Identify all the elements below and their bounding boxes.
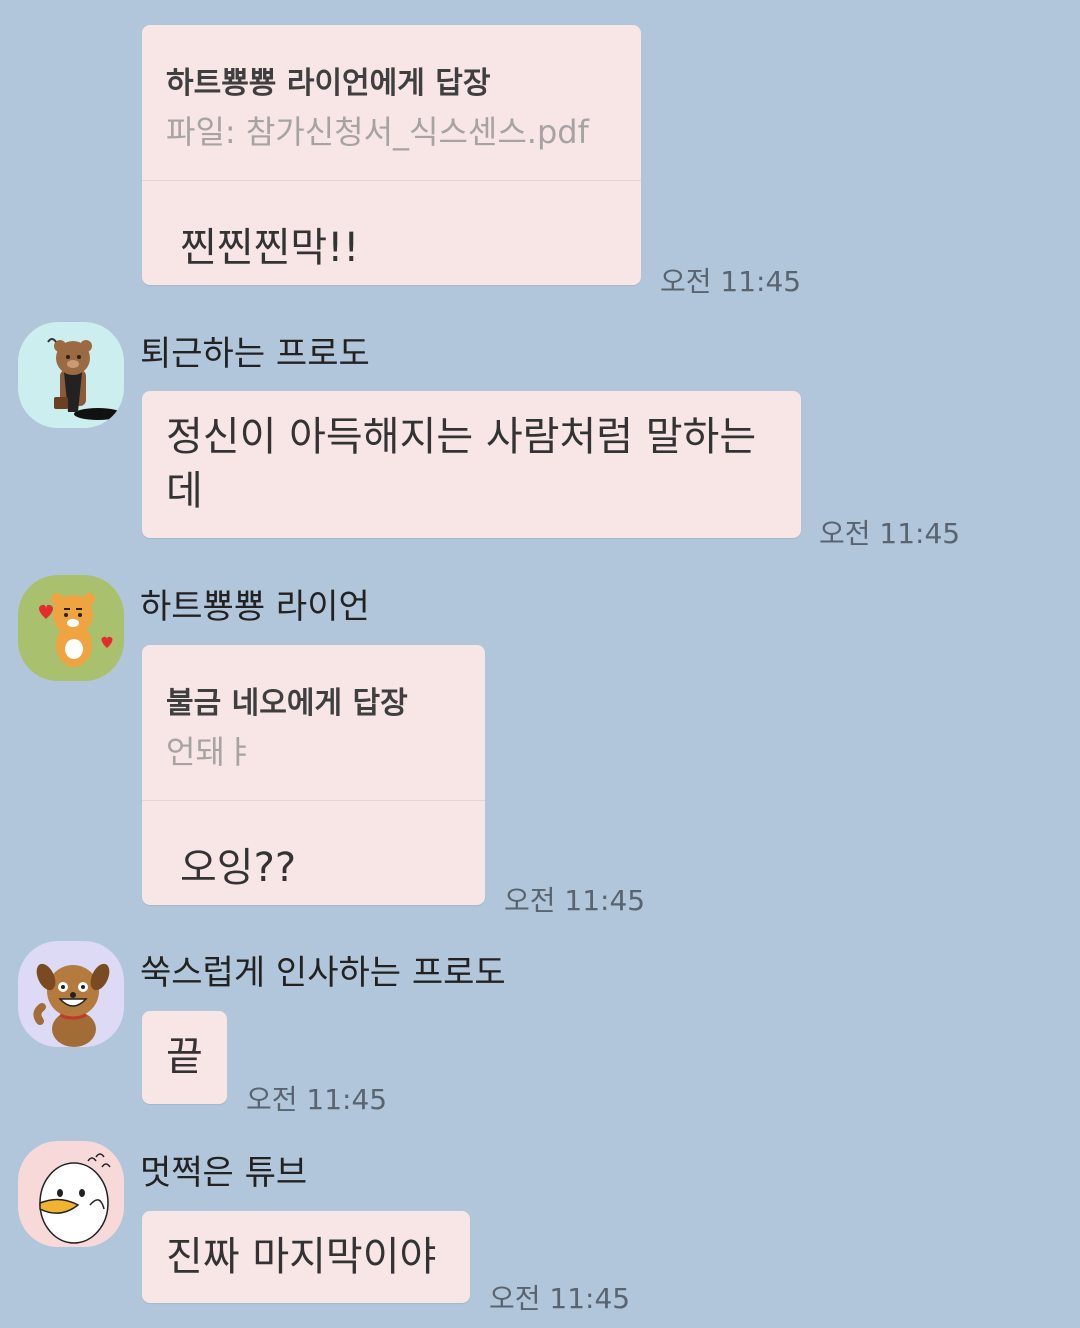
- avatar[interactable]: [18, 941, 124, 1047]
- message-text: 찐찐찐막!!: [180, 225, 360, 271]
- message-bubble[interactable]: 진짜 마지막이야: [142, 1211, 470, 1303]
- message-timestamp: 오전 11:45: [819, 517, 961, 550]
- reply-quote-header[interactable]: 하트뿅뿅 라이언에게 답장 파일: 참가신청서_식스센스.pdf: [142, 25, 641, 181]
- reply-message-bubble[interactable]: 불금 네오에게 답장 언돼ㅑ 오잉??: [142, 645, 485, 905]
- reply-title: 불금 네오에게 답장: [166, 686, 408, 721]
- reply-message-bubble[interactable]: 하트뿅뿅 라이언에게 답장 파일: 참가신청서_식스센스.pdf 찐찐찐막!!: [142, 25, 641, 285]
- message-timestamp: 오전 11:45: [660, 265, 802, 298]
- message-bubble[interactable]: 정신이 아득해지는 사람처럼 말하는데: [142, 391, 801, 538]
- message-text: 끝: [166, 1034, 203, 1080]
- message-text: 정신이 아득해지는 사람처럼 말하는데: [166, 414, 757, 514]
- message-timestamp: 오전 11:45: [489, 1282, 631, 1315]
- avatar[interactable]: [18, 322, 124, 428]
- message-timestamp: 오전 11:45: [504, 884, 646, 917]
- avatar[interactable]: [18, 1141, 124, 1247]
- sender-name: 쑥스럽게 인사하는 프로도: [140, 953, 506, 993]
- reply-title: 하트뿅뿅 라이언에게 답장: [166, 66, 491, 101]
- tube-awkward-icon: [18, 1141, 124, 1247]
- reply-quoted-text: 언돼ㅑ: [166, 733, 255, 771]
- reply-quote-header[interactable]: 불금 네오에게 답장 언돼ㅑ: [142, 645, 485, 801]
- message-bubble[interactable]: 끝: [142, 1011, 227, 1104]
- message-text: 오잉??: [180, 845, 297, 891]
- sender-name: 멋쩍은 튜브: [140, 1153, 308, 1193]
- frodo-shy-wave-icon: [18, 941, 124, 1047]
- ryan-hearts-icon: [18, 575, 124, 681]
- message-timestamp: 오전 11:45: [246, 1083, 388, 1116]
- frodo-commute-icon: [18, 322, 124, 428]
- reply-quoted-file: 파일: 참가신청서_식스센스.pdf: [166, 113, 589, 151]
- message-text: 진짜 마지막이야: [166, 1234, 437, 1280]
- avatar[interactable]: [18, 575, 124, 681]
- sender-name: 하트뿅뿅 라이언: [140, 587, 370, 627]
- sender-name: 퇴근하는 프로도: [140, 334, 370, 374]
